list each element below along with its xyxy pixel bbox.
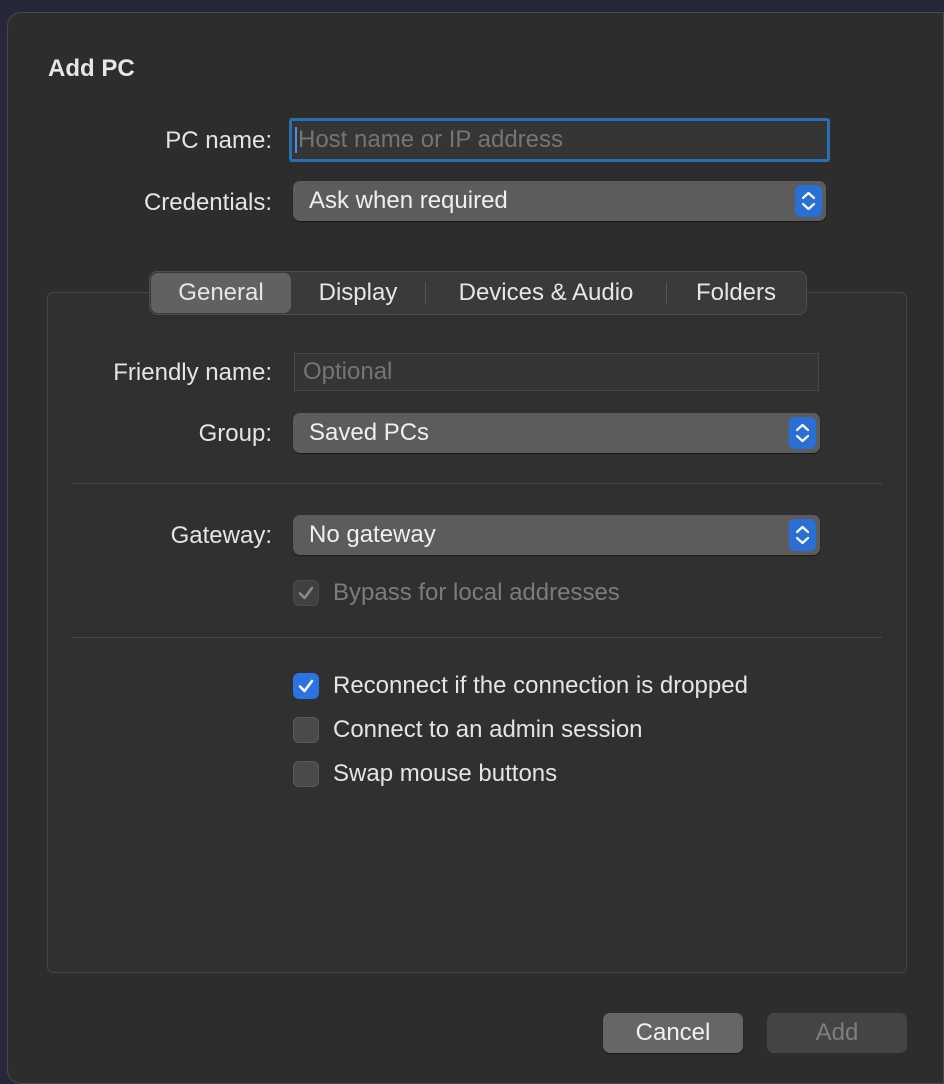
- credentials-popup[interactable]: Ask when required: [293, 181, 826, 221]
- reconnect-label[interactable]: Reconnect if the connection is dropped: [333, 672, 748, 700]
- admin-session-label[interactable]: Connect to an admin session: [333, 716, 643, 744]
- credentials-value: Ask when required: [309, 187, 508, 214]
- tab-display[interactable]: Display: [291, 273, 425, 313]
- friendly-name-label: Friendly name:: [113, 359, 272, 386]
- gateway-value: No gateway: [309, 521, 436, 548]
- group-value: Saved PCs: [309, 419, 430, 446]
- friendly-name-input[interactable]: [294, 353, 819, 391]
- tab-folders[interactable]: Folders: [667, 273, 805, 313]
- checkmark-icon: [298, 586, 314, 600]
- bypass-local-label: Bypass for local addresses: [333, 579, 620, 606]
- reconnect-checkbox[interactable]: [293, 673, 319, 699]
- swap-mouse-checkbox[interactable]: [293, 761, 319, 787]
- checkmark-icon: [298, 679, 314, 693]
- tab-devices-audio[interactable]: Devices & Audio: [426, 273, 666, 313]
- reconnect-checkbox-row[interactable]: Reconnect if the connection is dropped: [293, 672, 748, 700]
- tab-content-panel: [47, 292, 907, 973]
- pc-name-label: PC name:: [165, 127, 272, 154]
- section-divider: [72, 637, 882, 638]
- pc-name-input[interactable]: [289, 118, 830, 162]
- tab-bar: General Display Devices & Audio Folders: [149, 271, 807, 315]
- group-label: Group:: [198, 420, 272, 447]
- admin-session-checkbox-row[interactable]: Connect to an admin session: [293, 716, 643, 744]
- gateway-label: Gateway:: [170, 522, 272, 549]
- admin-session-checkbox[interactable]: [293, 717, 319, 743]
- add-button[interactable]: Add: [767, 1013, 907, 1053]
- section-divider: [72, 483, 882, 484]
- group-popup[interactable]: Saved PCs: [293, 413, 820, 453]
- swap-mouse-checkbox-row[interactable]: Swap mouse buttons: [293, 760, 557, 788]
- swap-mouse-label[interactable]: Swap mouse buttons: [333, 760, 557, 788]
- tab-general[interactable]: General: [151, 273, 291, 313]
- updown-chevron-icon: [795, 185, 822, 217]
- updown-chevron-icon: [789, 417, 816, 449]
- cancel-button[interactable]: Cancel: [603, 1013, 743, 1053]
- updown-chevron-icon: [789, 519, 816, 551]
- add-pc-dialog: Add PC PC name: Credentials: Ask when re…: [7, 12, 944, 1084]
- gateway-popup[interactable]: No gateway: [293, 515, 820, 555]
- bypass-local-checkbox-row: Bypass for local addresses: [293, 579, 620, 607]
- bypass-local-checkbox: [293, 580, 319, 606]
- credentials-label: Credentials:: [143, 189, 272, 216]
- dialog-title: Add PC: [48, 55, 135, 82]
